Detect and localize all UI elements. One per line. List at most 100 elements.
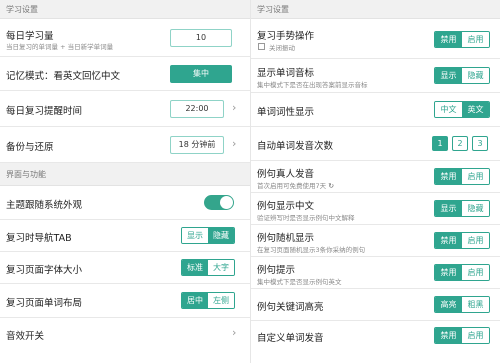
pos-english-option[interactable]: 英文 xyxy=(462,102,489,117)
nav-tab-row[interactable]: 复习时导航TAB 显示 隐藏 xyxy=(0,220,250,252)
random-sentence-segmented: 禁用 启用 xyxy=(434,232,490,249)
repeat-option-2[interactable]: 2 xyxy=(452,136,468,151)
voice-enable-option[interactable]: 启用 xyxy=(462,169,489,184)
settings-right-column: 学习设置 复习手势操作 关闭振动 禁用 启用 显示单词音标 集中模式下是否在出现… xyxy=(250,0,500,363)
phonetic-hide-option[interactable]: 隐藏 xyxy=(462,68,489,83)
custom-voice-title: 自定义单词发音 xyxy=(257,333,324,344)
refresh-icon[interactable]: ↻ xyxy=(328,182,334,190)
repeat-title: 自动单词发音次数 xyxy=(257,141,334,152)
daily-goal-input[interactable]: 10 xyxy=(170,29,232,47)
random-sentence-enable-option[interactable]: 启用 xyxy=(462,233,489,248)
keyword-title: 例句关键词高亮 xyxy=(257,302,324,313)
nav-tab-segmented: 显示 隐藏 xyxy=(181,227,235,244)
hint-enable-option[interactable]: 启用 xyxy=(462,265,489,280)
voice-disable-option[interactable]: 禁用 xyxy=(435,169,462,184)
sentence-cn-row[interactable]: 例句显示中文 验证辨写时是否显示例句中文解释 显示 隐藏 xyxy=(251,193,500,225)
voice-subtitle-line: 首次启用可免费使用7天 ↻ xyxy=(257,180,334,190)
voice-row[interactable]: 例句真人发音 首次启用可免费使用7天 ↻ 禁用 启用 xyxy=(251,161,500,193)
daily-goal-row[interactable]: 每日学习量 当日复习的单词量 + 当日新学单词量 10 xyxy=(0,19,250,57)
sound-title: 音效开关 xyxy=(6,331,45,342)
vibration-checkbox-label: 关闭振动 xyxy=(269,44,295,52)
font-size-large-option[interactable]: 大字 xyxy=(208,260,234,275)
chevron-right-icon: › xyxy=(232,101,237,114)
repeat-row[interactable]: 自动单词发音次数 1 2 3 xyxy=(251,127,500,161)
section-header-study: 学习设置 xyxy=(0,0,250,19)
random-sentence-title: 例句随机显示 xyxy=(257,233,315,244)
random-sentence-row[interactable]: 例句随机显示 在复习页面随机显示3条你采纳的例句 禁用 启用 xyxy=(251,225,500,257)
custom-voice-row[interactable]: 自定义单词发音 禁用 启用 xyxy=(251,321,500,350)
section-header-ui: 界面与功能 xyxy=(0,163,250,186)
layout-left-option[interactable]: 左侧 xyxy=(208,293,234,308)
sentence-cn-show-option[interactable]: 显示 xyxy=(435,201,462,216)
hint-row[interactable]: 例句提示 集中模式下是否显示例句英文 禁用 启用 xyxy=(251,257,500,289)
sentence-cn-hide-option[interactable]: 隐藏 xyxy=(462,201,489,216)
backup-time-field[interactable]: 18 分钟前 xyxy=(170,136,224,154)
nav-tab-show-option[interactable]: 显示 xyxy=(182,228,208,243)
gesture-row[interactable]: 复习手势操作 关闭振动 禁用 启用 xyxy=(251,19,500,59)
reminder-title: 每日复习提醒时间 xyxy=(6,106,83,117)
daily-goal-title: 每日学习量 xyxy=(6,31,54,42)
custom-voice-disable-option[interactable]: 禁用 xyxy=(435,328,462,343)
theme-title: 主题跟随系统外观 xyxy=(6,200,83,211)
random-sentence-subtitle: 在复习页面随机显示3条你采纳的例句 xyxy=(257,246,366,254)
memory-mode-row[interactable]: 记忆模式：看英文回忆中文 集中 xyxy=(0,57,250,91)
sentence-cn-title: 例句显示中文 xyxy=(257,201,315,212)
phonetic-show-option[interactable]: 显示 xyxy=(435,68,462,83)
vibration-checkbox[interactable] xyxy=(258,43,265,50)
phonetic-subtitle: 集中模式下是否在出现答案前显示音标 xyxy=(257,81,368,89)
reminder-time-field[interactable]: 22:00 xyxy=(170,100,224,118)
keyword-segmented: 高亮 粗黑 xyxy=(434,296,490,313)
keyword-row[interactable]: 例句关键词高亮 高亮 粗黑 xyxy=(251,289,500,321)
repeat-option-3[interactable]: 3 xyxy=(472,136,488,151)
pos-chinese-option[interactable]: 中文 xyxy=(435,102,462,117)
custom-voice-enable-option[interactable]: 启用 xyxy=(462,328,489,343)
hint-subtitle: 集中模式下是否显示例句英文 xyxy=(257,278,342,286)
daily-goal-subtitle: 当日复习的单词量 + 当日新学单词量 xyxy=(6,43,114,51)
sound-row[interactable]: 音效开关 › xyxy=(0,318,250,348)
pos-row[interactable]: 单词词性显示 中文 英文 xyxy=(251,93,500,127)
memory-mode-button[interactable]: 集中 xyxy=(170,65,232,83)
voice-segmented: 禁用 启用 xyxy=(434,168,490,185)
theme-toggle[interactable] xyxy=(204,195,234,210)
sentence-cn-segmented: 显示 隐藏 xyxy=(434,200,490,217)
gesture-enable-option[interactable]: 启用 xyxy=(462,32,489,47)
layout-center-option[interactable]: 居中 xyxy=(182,293,208,308)
keyword-bold-option[interactable]: 粗黑 xyxy=(462,297,489,312)
random-sentence-disable-option[interactable]: 禁用 xyxy=(435,233,462,248)
nav-tab-hide-option[interactable]: 隐藏 xyxy=(208,228,234,243)
theme-row[interactable]: 主题跟随系统外观 xyxy=(0,186,250,220)
phonetic-title: 显示单词音标 xyxy=(257,68,315,79)
layout-segmented: 居中 左侧 xyxy=(181,292,235,309)
reminder-row[interactable]: 每日复习提醒时间 22:00 › xyxy=(0,91,250,127)
hint-segmented: 禁用 启用 xyxy=(434,264,490,281)
font-size-row[interactable]: 复习页面字体大小 标准 大字 xyxy=(0,252,250,284)
keyword-highlight-option[interactable]: 高亮 xyxy=(435,297,462,312)
settings-left-column: 学习设置 每日学习量 当日复习的单词量 + 当日新学单词量 10 记忆模式：看英… xyxy=(0,0,250,363)
voice-title: 例句真人发音 xyxy=(257,169,315,180)
pos-title: 单词词性显示 xyxy=(257,107,315,118)
repeat-option-1[interactable]: 1 xyxy=(432,136,448,151)
chevron-right-icon: › xyxy=(232,137,237,150)
nav-tab-title: 复习时导航TAB xyxy=(6,233,72,244)
pos-segmented: 中文 英文 xyxy=(434,101,490,118)
voice-subtitle: 首次启用可免费使用7天 xyxy=(257,182,327,190)
repeat-count-selector: 1 2 3 xyxy=(432,136,488,151)
sentence-cn-subtitle: 验证辨写时是否显示例句中文解释 xyxy=(257,214,355,222)
gesture-disable-option[interactable]: 禁用 xyxy=(435,32,462,47)
section-header-study: 学习设置 xyxy=(251,0,500,19)
layout-title: 复习页面单词布局 xyxy=(6,298,83,309)
hint-title: 例句提示 xyxy=(257,265,296,276)
font-size-standard-option[interactable]: 标准 xyxy=(182,260,208,275)
memory-mode-title: 记忆模式：看英文回忆中文 xyxy=(6,71,121,82)
toggle-knob xyxy=(220,196,233,209)
phonetic-segmented: 显示 隐藏 xyxy=(434,67,490,84)
hint-disable-option[interactable]: 禁用 xyxy=(435,265,462,280)
phonetic-row[interactable]: 显示单词音标 集中模式下是否在出现答案前显示音标 显示 隐藏 xyxy=(251,59,500,93)
layout-row[interactable]: 复习页面单词布局 居中 左侧 xyxy=(0,284,250,318)
backup-row[interactable]: 备份与还原 18 分钟前 › xyxy=(0,127,250,163)
chevron-right-icon: › xyxy=(232,326,237,339)
font-size-segmented: 标准 大字 xyxy=(181,259,235,276)
gesture-title: 复习手势操作 xyxy=(257,31,315,42)
font-size-title: 复习页面字体大小 xyxy=(6,265,83,276)
backup-title: 备份与还原 xyxy=(6,142,54,153)
